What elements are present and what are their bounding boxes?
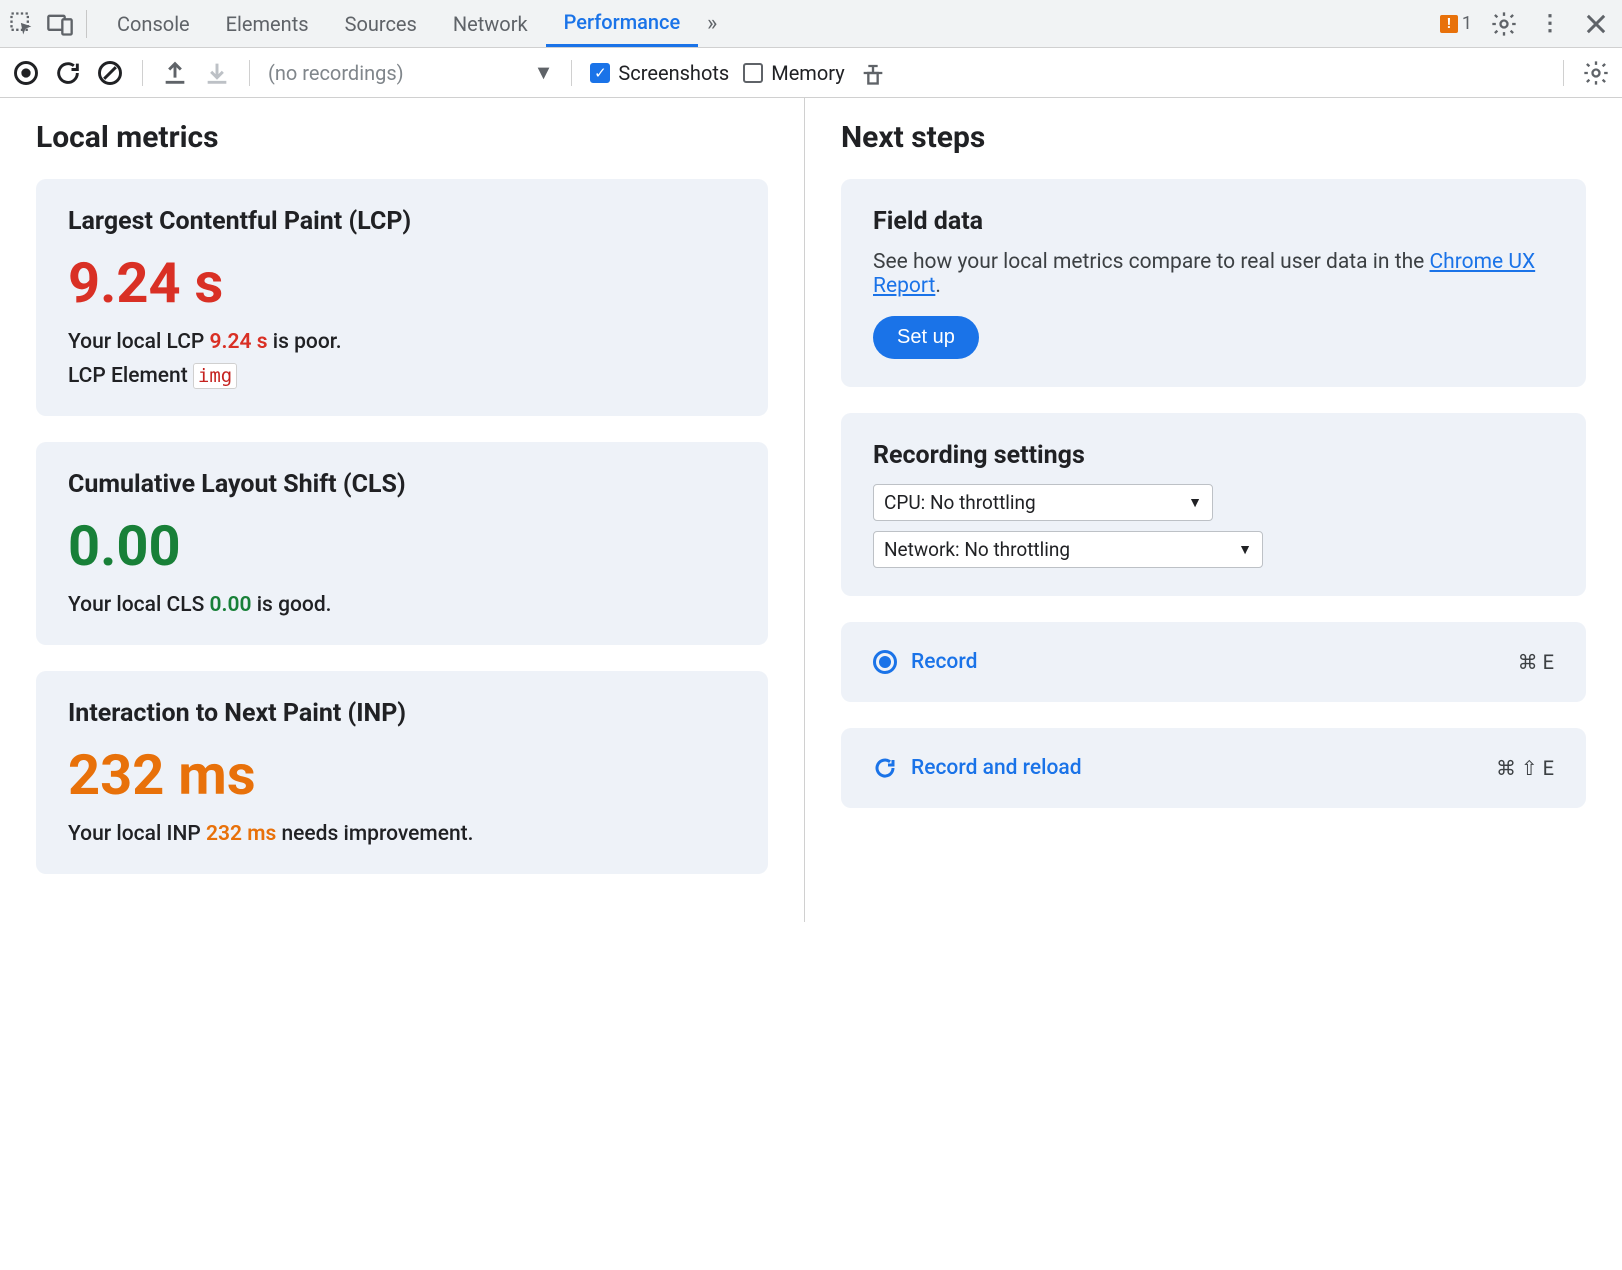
device-toolbar-icon[interactable] — [46, 10, 74, 38]
lcp-value: 9.24 s — [68, 250, 736, 316]
memory-label: Memory — [771, 61, 844, 85]
field-data-title: Field data — [873, 207, 1554, 236]
record-action-card[interactable]: Record ⌘ E — [841, 622, 1586, 702]
local-metrics-heading: Local metrics — [36, 120, 768, 155]
panel-settings-icon[interactable] — [1582, 59, 1610, 87]
cls-value: 0.00 — [68, 513, 736, 579]
chevron-down-icon: ▼ — [1238, 541, 1252, 558]
more-tabs-icon[interactable]: » — [698, 10, 726, 38]
field-data-card: Field data See how your local metrics co… — [841, 179, 1586, 387]
record-reload-action-card[interactable]: Record and reload ⌘ ⇧ E — [841, 728, 1586, 808]
inp-title: Interaction to Next Paint (INP) — [68, 699, 736, 728]
inspect-element-icon[interactable] — [8, 10, 36, 38]
record-icon[interactable] — [12, 59, 40, 87]
close-icon[interactable] — [1582, 10, 1610, 38]
devtools-tabbar: Console Elements Sources Network Perform… — [0, 0, 1622, 48]
inp-card: Interaction to Next Paint (INP) 232 ms Y… — [36, 671, 768, 874]
next-steps-heading: Next steps — [841, 120, 1586, 155]
record-circle-icon — [873, 650, 897, 674]
clear-icon[interactable] — [96, 59, 124, 87]
cls-card: Cumulative Layout Shift (CLS) 0.00 Your … — [36, 442, 768, 645]
field-data-description: See how your local metrics compare to re… — [873, 250, 1554, 298]
cls-description: Your local CLS 0.00 is good. — [68, 593, 736, 617]
recordings-dropdown[interactable]: (no recordings) ▼ — [268, 60, 553, 85]
kebab-menu-icon[interactable]: ⋮ — [1536, 10, 1564, 38]
settings-icon[interactable] — [1490, 10, 1518, 38]
screenshots-label: Screenshots — [618, 61, 729, 85]
recordings-placeholder: (no recordings) — [268, 61, 404, 85]
memory-checkbox[interactable]: Memory — [743, 61, 844, 85]
setup-button[interactable]: Set up — [873, 316, 979, 359]
lcp-card: Largest Contentful Paint (LCP) 9.24 s Yo… — [36, 179, 768, 416]
tab-performance[interactable]: Performance — [546, 0, 699, 47]
reload-icon[interactable] — [54, 59, 82, 87]
record-label: Record — [911, 650, 977, 674]
performance-toolbar: (no recordings) ▼ ✓ Screenshots Memory — [0, 48, 1622, 98]
checkbox-checked-icon: ✓ — [590, 63, 610, 83]
record-reload-shortcut: ⌘ ⇧ E — [1496, 756, 1554, 780]
screenshots-checkbox[interactable]: ✓ Screenshots — [590, 61, 729, 85]
cls-title: Cumulative Layout Shift (CLS) — [68, 470, 736, 499]
upload-icon[interactable] — [161, 59, 189, 87]
recording-settings-title: Recording settings — [873, 441, 1554, 470]
cpu-throttling-value: CPU: No throttling — [884, 491, 1036, 514]
reload-icon — [873, 756, 897, 780]
cpu-throttling-select[interactable]: CPU: No throttling ▼ — [873, 484, 1213, 521]
inp-description: Your local INP 232 ms needs improvement. — [68, 822, 736, 846]
inp-value: 232 ms — [68, 742, 736, 808]
tab-elements[interactable]: Elements — [208, 0, 327, 47]
record-reload-label: Record and reload — [911, 756, 1082, 780]
issues-badge[interactable]: !1 — [1440, 13, 1472, 34]
network-throttling-select[interactable]: Network: No throttling ▼ — [873, 531, 1263, 568]
lcp-element-row: LCP Element img — [68, 364, 736, 388]
lcp-title: Largest Contentful Paint (LCP) — [68, 207, 736, 236]
tab-network[interactable]: Network — [435, 0, 546, 47]
chevron-down-icon: ▼ — [1188, 494, 1202, 511]
issues-count: 1 — [1462, 13, 1472, 34]
lcp-element-tag[interactable]: img — [193, 363, 237, 389]
record-shortcut: ⌘ E — [1518, 650, 1554, 674]
recording-settings-card: Recording settings CPU: No throttling ▼ … — [841, 413, 1586, 596]
network-throttling-value: Network: No throttling — [884, 538, 1070, 561]
lcp-description: Your local LCP 9.24 s is poor. — [68, 330, 736, 354]
tab-sources[interactable]: Sources — [327, 0, 435, 47]
download-icon[interactable] — [203, 59, 231, 87]
tab-console[interactable]: Console — [99, 0, 208, 47]
checkbox-unchecked-icon — [743, 63, 763, 83]
garbage-collect-icon[interactable] — [859, 59, 887, 87]
